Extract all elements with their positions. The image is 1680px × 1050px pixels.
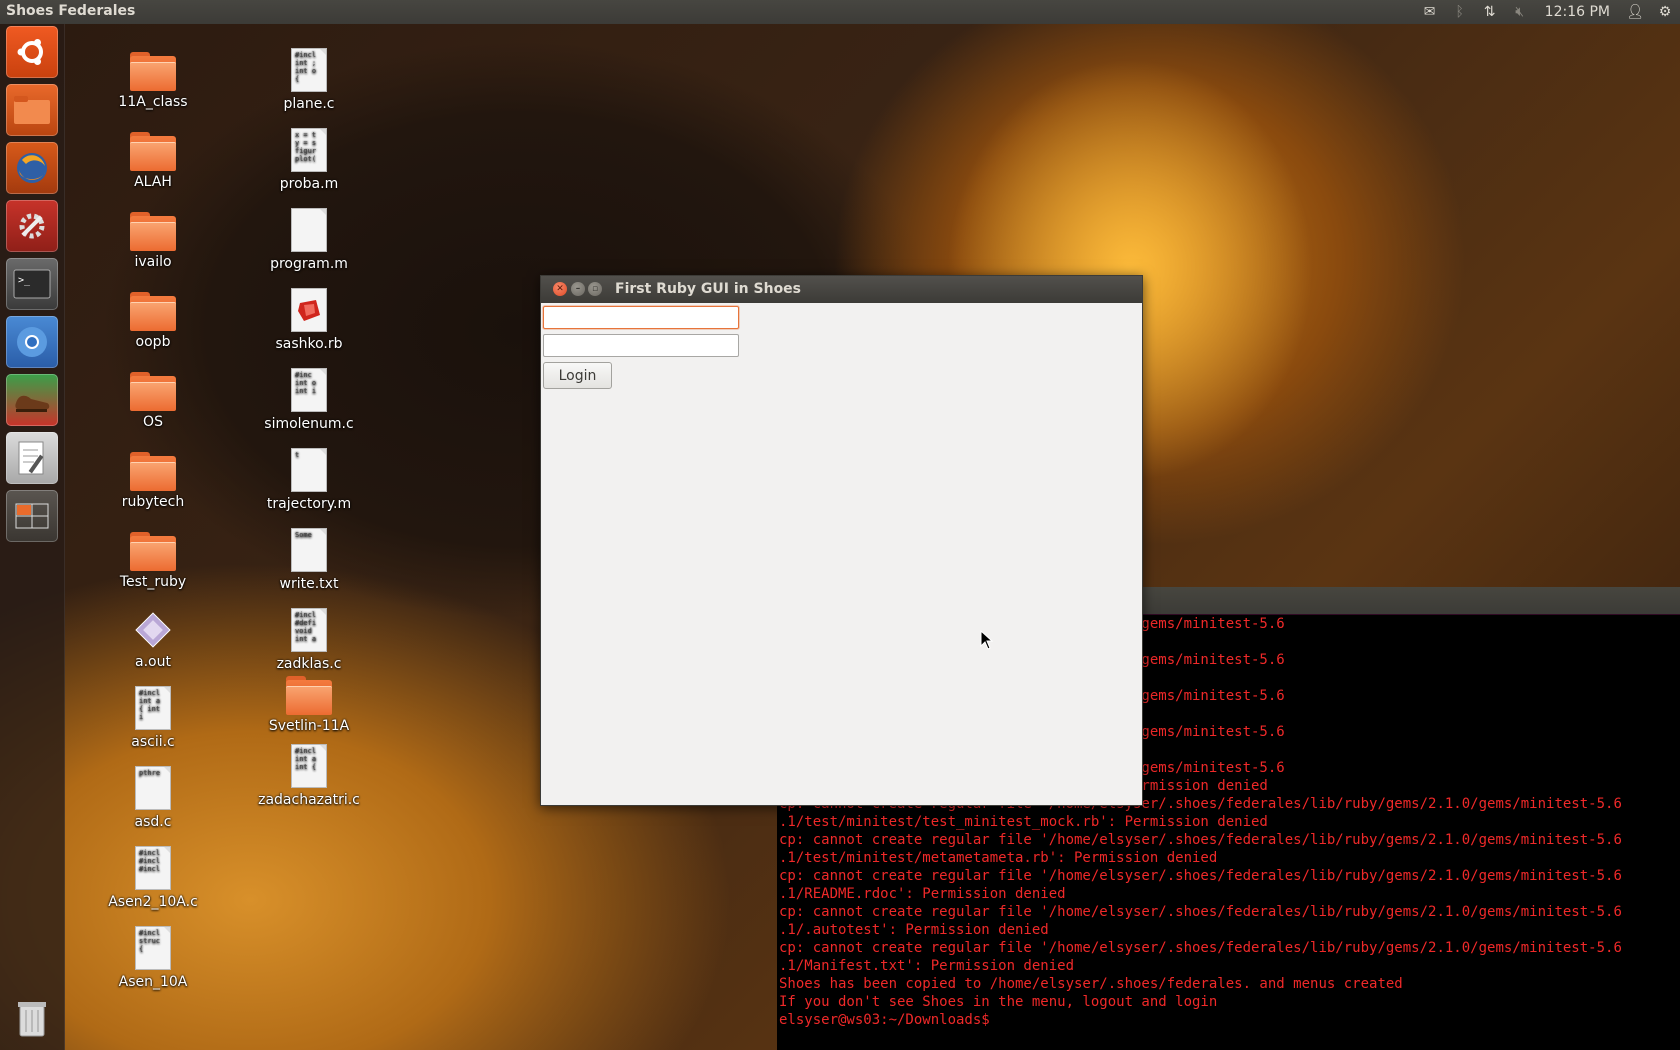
- login-button[interactable]: Login: [543, 362, 612, 389]
- terminal-line: .1/Manifest.txt': Permission denied: [779, 958, 1075, 974]
- folder-icon: [130, 292, 176, 331]
- top-panel: Shoes Federales ✉ ᛒ ⇅ 🔇︎ 12:16 PM 👤︎ ⚙: [0, 0, 1680, 24]
- window-titlebar[interactable]: ✕ – ▫ First Ruby GUI in Shoes: [541, 276, 1142, 303]
- desktop-icon-asen-10a[interactable]: #incl struc {Asen_10A: [98, 926, 208, 990]
- shoes-app-icon[interactable]: [6, 374, 58, 426]
- workspace-switcher-icon[interactable]: [6, 490, 58, 542]
- mail-icon[interactable]: ✉: [1415, 4, 1445, 20]
- desktop-icon-alah[interactable]: ALAH: [98, 132, 208, 190]
- desktop-icon-simolenum-c[interactable]: #inc int o int i simolenum.c: [254, 368, 364, 432]
- text-file-icon: #incl int a int {: [291, 744, 327, 788]
- desktop-icon-oopb[interactable]: oopb: [98, 292, 208, 350]
- sound-muted-icon[interactable]: 🔇︎: [1505, 4, 1535, 20]
- svg-text:>_: >_: [18, 275, 31, 286]
- files-icon[interactable]: [6, 84, 58, 136]
- trash-icon[interactable]: [6, 992, 58, 1044]
- folder-icon: [130, 532, 176, 571]
- text-file-icon: Some: [291, 528, 327, 572]
- text-file-icon: #incl int a { int i: [135, 686, 171, 730]
- terminal-line: cp: cannot create regular file '/home/el…: [779, 868, 1622, 884]
- username-input[interactable]: [543, 306, 739, 329]
- desktop-icon-program-m[interactable]: program.m: [254, 208, 364, 272]
- terminal-line: .1/README.rdoc': Permission denied: [779, 886, 1066, 902]
- folder-icon: [286, 676, 332, 715]
- terminal-line: .1/.autotest': Permission denied: [779, 922, 1049, 938]
- text-file-icon: #incl #incl #incl: [135, 846, 171, 890]
- mouse-pointer-icon: [980, 629, 994, 654]
- text-file-icon: #incl int ; int o {: [291, 48, 327, 92]
- terminal-line: Shoes has been copied to /home/elsyser/.…: [779, 976, 1403, 992]
- minimize-icon[interactable]: –: [571, 282, 585, 296]
- system-settings-icon[interactable]: [6, 200, 58, 252]
- launcher: >_: [0, 24, 65, 1050]
- executable-icon: [133, 610, 173, 650]
- shoes-window[interactable]: ✕ – ▫ First Ruby GUI in Shoes Login: [540, 275, 1143, 806]
- desktop-icon-ascii-c[interactable]: #incl int a { int i ascii.c: [98, 686, 208, 750]
- terminal-line: cp: cannot create regular file '/home/el…: [779, 904, 1622, 920]
- folder-icon: [130, 212, 176, 251]
- gear-icon[interactable]: ⚙: [1650, 4, 1680, 20]
- terminal-line: cp: cannot create regular file '/home/el…: [779, 940, 1622, 956]
- desktop-icon-11a-class[interactable]: 11A_class: [98, 52, 208, 110]
- terminal-line: .1/test/minitest/metametameta.rb': Permi…: [779, 850, 1218, 866]
- terminal-line: elsyser@ws03:~/Downloads$: [779, 1012, 999, 1028]
- terminal-line: .1/test/minitest/test_minitest_mock.rb':…: [779, 814, 1268, 830]
- terminal-line: If you don't see Shoes in the menu, logo…: [779, 994, 1218, 1010]
- desktop-icon-svetlin-11a[interactable]: Svetlin-11A: [254, 676, 364, 734]
- desktop-icon-zadklas-c[interactable]: #incl #defi void int a zadklas.c: [254, 608, 364, 672]
- network-icon[interactable]: ⇅: [1475, 4, 1505, 20]
- close-icon[interactable]: ✕: [553, 282, 567, 296]
- desktop-icon-test-ruby[interactable]: Test_ruby: [98, 532, 208, 590]
- desktop-icon-a-out[interactable]: a.out: [98, 610, 208, 670]
- desktop-icon-asd-c[interactable]: pthre asd.c: [98, 766, 208, 830]
- text-file-icon: t: [291, 448, 327, 492]
- desktop-icon-os[interactable]: OS: [98, 372, 208, 430]
- folder-icon: [130, 132, 176, 171]
- text-file-icon: pthre: [135, 766, 171, 810]
- chromium-icon[interactable]: [6, 316, 58, 368]
- terminal-icon[interactable]: >_: [6, 258, 58, 310]
- desktop-icon-asen2-10a-c[interactable]: #incl #incl #incl Asen2_10A.c: [98, 846, 208, 910]
- text-file-icon: #incl #defi void int a: [291, 608, 327, 652]
- bluetooth-icon[interactable]: ᛒ: [1445, 4, 1475, 20]
- text-file-icon: #inc int o int i: [291, 368, 327, 412]
- text-file-icon: [291, 208, 327, 252]
- active-app-title: Shoes Federales: [6, 3, 136, 19]
- folder-icon: [130, 372, 176, 411]
- clock[interactable]: 12:16 PM: [1535, 4, 1620, 20]
- desktop-icon-ivailo[interactable]: ivailo: [98, 212, 208, 270]
- maximize-icon[interactable]: ▫: [588, 282, 602, 296]
- folder-icon: [130, 52, 176, 91]
- password-input[interactable]: [543, 334, 739, 357]
- folder-icon: [130, 452, 176, 491]
- firefox-icon[interactable]: [6, 142, 58, 194]
- system-tray: ✉ ᛒ ⇅ 🔇︎ 12:16 PM 👤︎ ⚙: [1415, 0, 1680, 24]
- desktop-icon-trajectory-m[interactable]: t trajectory.m: [254, 448, 364, 512]
- user-icon[interactable]: 👤︎: [1620, 4, 1650, 20]
- terminal-line: cp: cannot create regular file '/home/el…: [779, 832, 1622, 848]
- text-editor-icon[interactable]: [6, 432, 58, 484]
- ubuntu-dash-icon[interactable]: [6, 26, 58, 78]
- text-file-icon: x = t y = s figur plot(: [291, 128, 327, 172]
- desktop-icon-proba-m[interactable]: x = t y = s figur plot(proba.m: [254, 128, 364, 192]
- desktop-icon-sashko-rb[interactable]: sashko.rb: [254, 288, 364, 352]
- desktop-icon-zadachazatri-c[interactable]: #incl int a int {zadachazatri.c: [254, 744, 364, 808]
- desktop-icon-write-txt[interactable]: Some write.txt: [254, 528, 364, 592]
- desktop-icon-rubytech[interactable]: rubytech: [98, 452, 208, 510]
- desktop-icon-plane-c[interactable]: #incl int ; int o {plane.c: [254, 48, 364, 112]
- text-file-icon: #incl struc {: [135, 926, 171, 970]
- window-title: First Ruby GUI in Shoes: [615, 281, 802, 297]
- ruby-file-icon: [291, 288, 327, 332]
